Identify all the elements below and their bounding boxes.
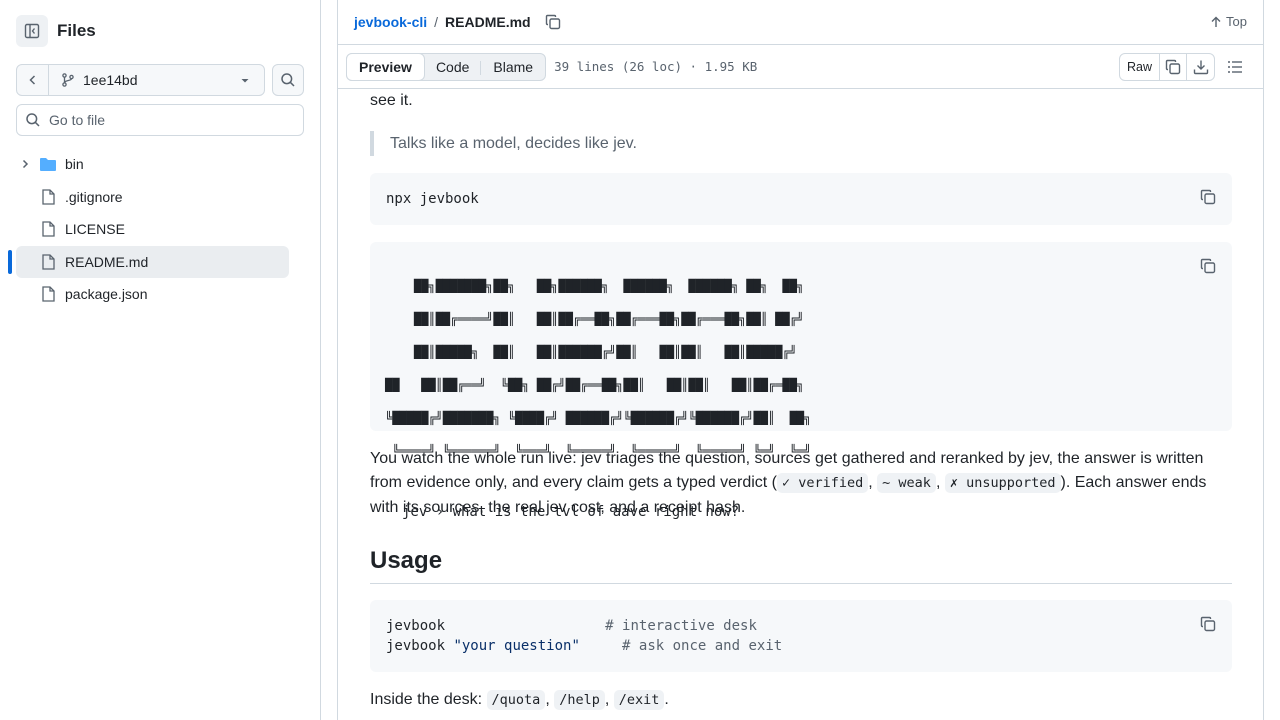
paragraph-desk-commands: Inside the desk: /quota, /help, /exit. xyxy=(370,690,669,710)
copy-code-button[interactable] xyxy=(1198,614,1218,634)
collapse-sidebar-button[interactable] xyxy=(16,15,48,47)
copy-raw-button[interactable] xyxy=(1160,54,1187,80)
tree-item-label: LICENSE xyxy=(65,221,125,237)
tab-preview[interactable]: Preview xyxy=(346,52,425,81)
tree-item-label: .gitignore xyxy=(65,188,123,205)
breadcrumb-file: README.md xyxy=(445,14,531,30)
banner-line: ██╗███████╗██╗ ██╗██████╗ ██████╗ ██████… xyxy=(385,278,805,293)
file-tree: bin .gitignore LICENSE README.md package… xyxy=(8,148,289,311)
usage-line: jevbook "your question" # ask once and e… xyxy=(386,638,783,654)
banner-line: ██║██╔════╝██║ ██║██╔══██╗██╔═══██╗██╔══… xyxy=(385,311,805,326)
tree-item-package-json[interactable]: package.json xyxy=(16,278,289,310)
search-icon xyxy=(281,73,295,87)
branch-selector[interactable]: 1ee14bd xyxy=(49,65,264,95)
file-tree-sidebar: Files 1ee14bd bin .gitignore xyxy=(0,0,321,720)
banner-line: ██║█████╗ ██║ ██║██████╔╝██║ ██║██║ ██║█… xyxy=(385,344,805,359)
banner-line: ╚█████╔╝███████╗ ╚████╔╝ ██████╔╝╚██████… xyxy=(385,410,812,425)
paragraph-tail: see it. xyxy=(370,92,413,109)
usage-heading: Usage xyxy=(370,547,1232,584)
search-button[interactable] xyxy=(272,64,304,96)
readme-content: see it. Talks like a model, decides like… xyxy=(370,90,1232,720)
file-actions-group: Raw xyxy=(1119,53,1215,81)
top-link[interactable]: Top xyxy=(1210,14,1247,29)
tree-item-readme[interactable]: README.md xyxy=(8,245,289,278)
branch-name: 1ee14bd xyxy=(83,72,138,88)
file-icon xyxy=(41,221,57,237)
tree-item-label: README.md xyxy=(65,253,149,270)
tree-item-gitignore[interactable]: .gitignore xyxy=(16,181,289,213)
chevron-left-icon xyxy=(28,75,35,85)
list-unordered-icon xyxy=(1228,61,1242,73)
tree-item-license[interactable]: LICENSE xyxy=(16,213,289,245)
ascii-banner: ██╗███████╗██╗ ██╗██████╗ ██████╗ ██████… xyxy=(385,259,1216,479)
breadcrumb-separator: / xyxy=(434,14,439,30)
tab-code[interactable]: Code xyxy=(424,54,482,80)
file-icon xyxy=(41,188,57,205)
branch-selector-group: 1ee14bd xyxy=(16,64,265,96)
usage-line: jevbook # interactive desk xyxy=(386,618,757,634)
sidebar-collapse-icon xyxy=(24,23,40,39)
copy-icon xyxy=(1200,189,1216,204)
file-icon xyxy=(41,253,57,270)
code-block-banner: ██╗███████╗██╗ ██╗██████╗ ██████╗ ██████… xyxy=(370,241,1232,520)
view-mode-tabs: Preview Code Blame xyxy=(346,52,547,81)
banner-line: ██ ██║██╔══╝ ╚██╗ ██╔╝██╔══██╗██║ ██║██║… xyxy=(385,377,812,392)
blockquote: Talks like a model, decides like jev. xyxy=(370,130,1232,156)
search-icon xyxy=(26,113,40,127)
tree-item-label: package.json xyxy=(65,286,148,302)
sidebar-header: Files xyxy=(16,15,96,47)
desk-command: /exit xyxy=(613,690,665,710)
download-button[interactable] xyxy=(1187,54,1214,80)
outline-button[interactable] xyxy=(1227,59,1243,80)
go-to-file-field[interactable] xyxy=(16,104,304,136)
banner-line: ╚════╝ ╚══════╝ ╚═══╝ ╚═════╝ ╚═════╝ ╚═… xyxy=(385,443,812,458)
tree-item-bin[interactable]: bin xyxy=(16,148,289,180)
breadcrumb-bar: jevbook-cli / README.md Top xyxy=(338,0,1263,45)
tab-blame[interactable]: Blame xyxy=(481,54,545,80)
file-info: 39 lines (26 loc) · 1.95 KB xyxy=(554,59,758,74)
breadcrumb-repo-link[interactable]: jevbook-cli xyxy=(354,14,427,30)
desk-command: /quota xyxy=(486,690,546,710)
file-view: jevbook-cli / README.md Top Preview Code… xyxy=(337,0,1264,720)
arrow-up-icon xyxy=(1211,16,1221,27)
copy-path-button[interactable] xyxy=(545,14,561,30)
file-toolbar: Preview Code Blame 39 lines (26 loc) · 1… xyxy=(338,45,1263,89)
prompt-line: jev › what is the tvl of aave right now? xyxy=(402,503,740,520)
back-button[interactable] xyxy=(17,65,49,95)
code-block-install: npx jevbook xyxy=(370,172,1232,225)
copy-icon xyxy=(545,14,560,30)
copy-code-button[interactable] xyxy=(1198,256,1218,276)
selection-indicator xyxy=(8,249,12,274)
copy-code-button[interactable] xyxy=(1198,187,1218,207)
copy-icon xyxy=(1165,59,1181,75)
file-icon xyxy=(41,286,57,302)
download-icon xyxy=(1193,60,1208,75)
sidebar-title: Files xyxy=(57,21,96,40)
code-block-usage: jevbook # interactive desk jevbook "your… xyxy=(370,600,1232,672)
copy-icon xyxy=(1200,616,1216,632)
desk-command: /help xyxy=(554,690,605,710)
raw-button[interactable]: Raw xyxy=(1120,54,1160,80)
tree-item-label: bin xyxy=(65,156,84,172)
folder-icon xyxy=(39,157,57,172)
copy-icon xyxy=(1200,258,1216,273)
install-command: npx jevbook xyxy=(386,190,479,207)
chevron-right-icon[interactable] xyxy=(17,159,33,169)
caret-down-icon xyxy=(241,79,249,83)
top-label: Top xyxy=(1226,14,1247,29)
go-to-file-input[interactable] xyxy=(49,112,289,128)
git-branch-icon xyxy=(62,73,74,87)
